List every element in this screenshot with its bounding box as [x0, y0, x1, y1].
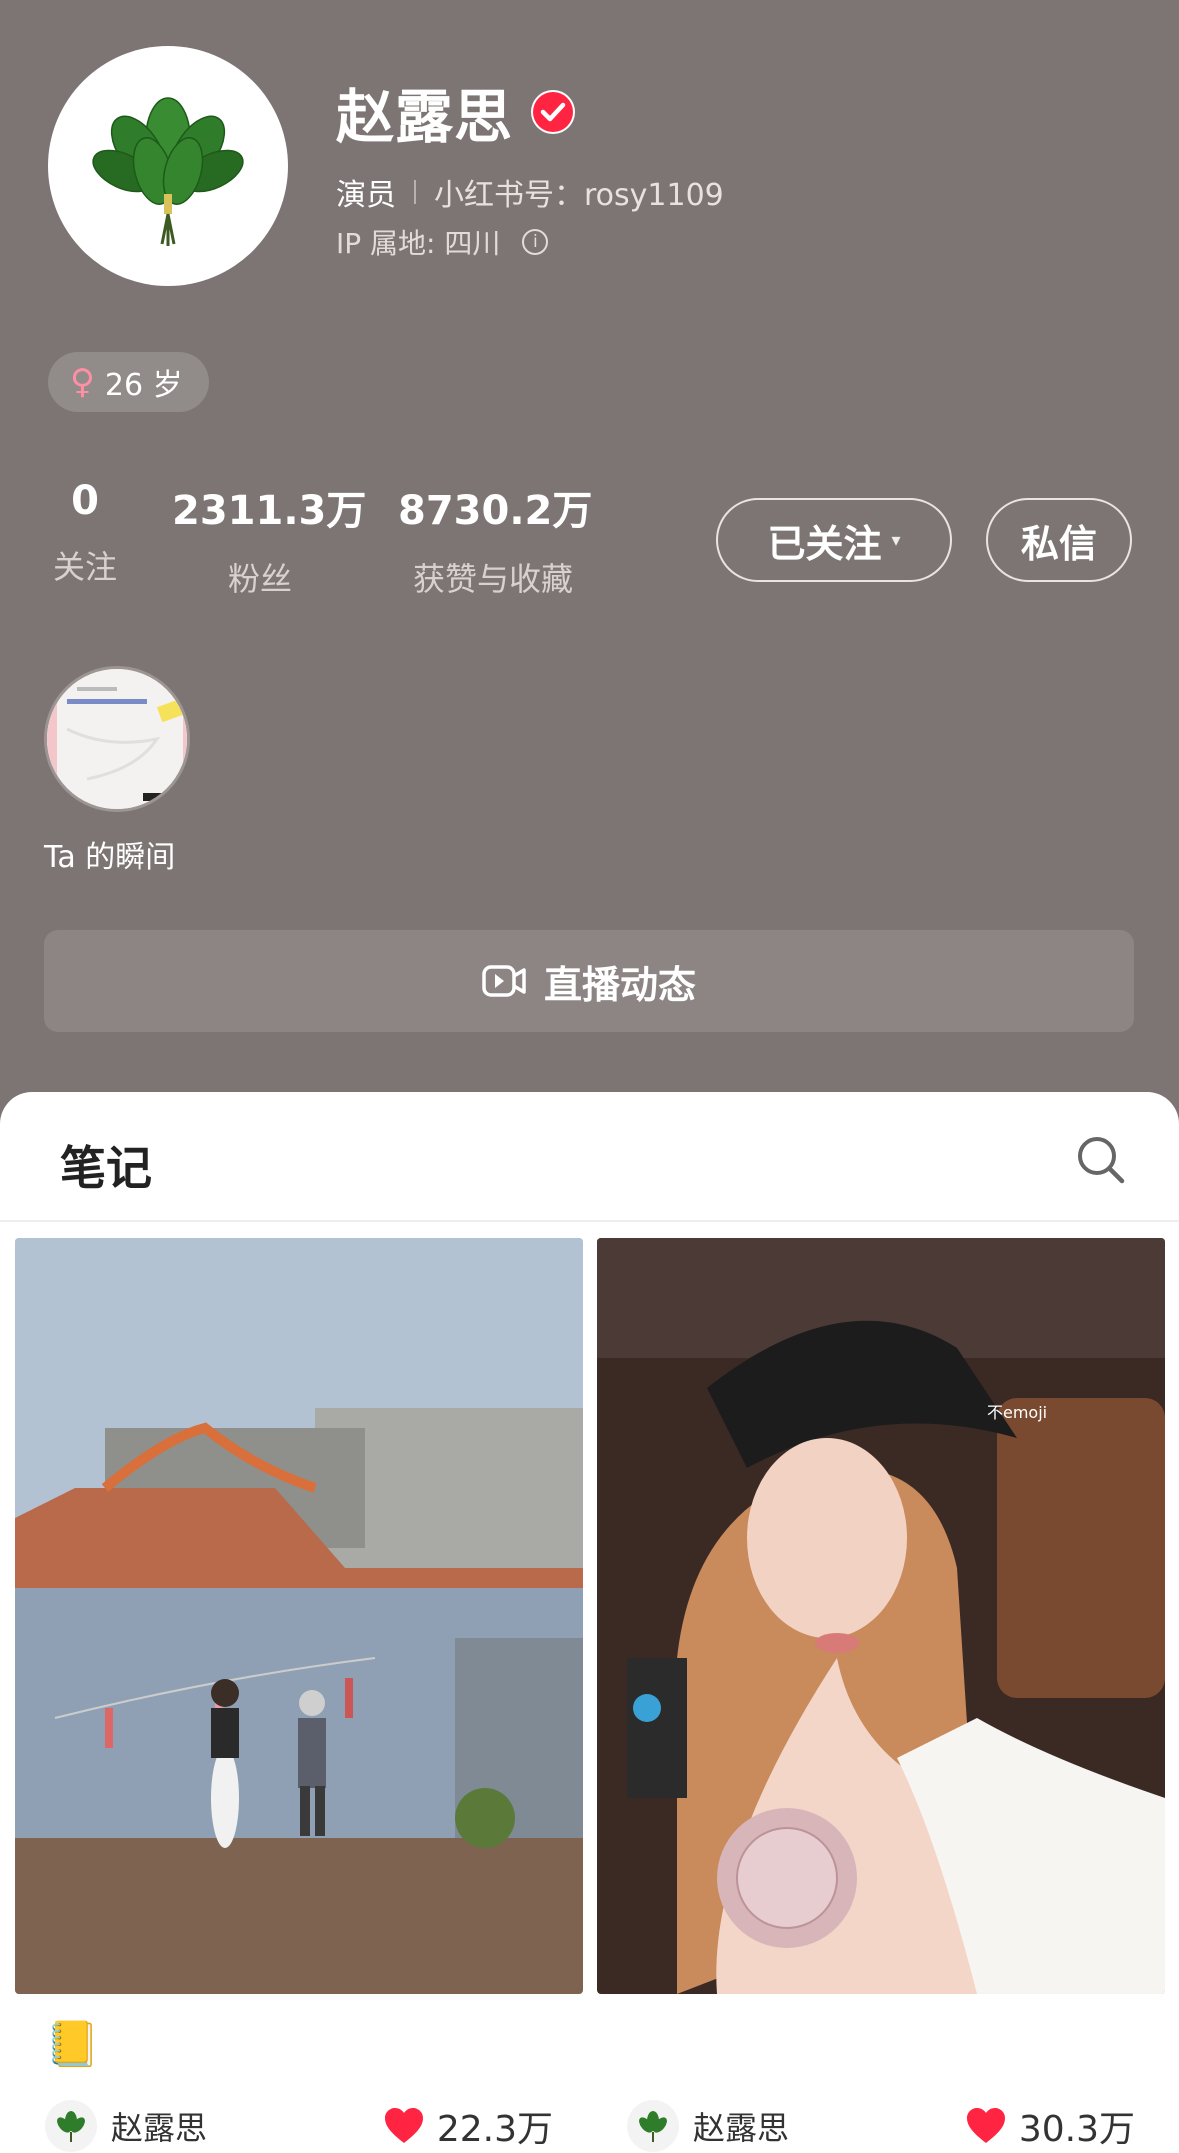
heart-icon	[384, 2108, 423, 2143]
note-card[interactable]: 📒 赵露思 22.3万	[15, 1238, 583, 2153]
stat-label: 关注	[52, 548, 117, 586]
stat-value: 2311.3万	[172, 488, 367, 534]
stat-label: 获赞与收藏	[412, 560, 573, 598]
heart-icon	[966, 2108, 1005, 2143]
stat-fans[interactable]: 2311.3万 粉丝	[172, 478, 367, 600]
divider	[414, 180, 416, 204]
female-icon: ♀	[70, 362, 95, 402]
note-cover-image[interactable]	[15, 1238, 583, 1994]
info-icon[interactable]: i	[522, 229, 549, 255]
tab-notes[interactable]: 笔记	[60, 1132, 152, 1198]
moment-thumbnail[interactable]	[44, 666, 190, 812]
stat-value: 8730.2万	[398, 488, 593, 534]
like-button[interactable]: 30.3万	[965, 2100, 1135, 2152]
red-id[interactable]: 小红书号：rosy1109	[434, 170, 724, 214]
note-cover-image[interactable]: 不emoji	[597, 1238, 1165, 1994]
author-avatar[interactable]	[627, 2100, 679, 2152]
live-label: 直播动态	[543, 962, 696, 1007]
notes-panel: 笔记 📒 赵露思 22.3万 不emoji 🐱 赵露思 30.3万	[0, 1092, 1179, 2153]
note-emoji: 🐱	[627, 2018, 673, 2069]
ip-location: IP 属地: 四川	[336, 227, 501, 260]
like-button[interactable]: 22.3万	[383, 2100, 553, 2152]
stat-label: 粉丝	[227, 560, 292, 598]
search-icon[interactable]	[1075, 1134, 1127, 1186]
note-card[interactable]: 不emoji 🐱 赵露思 30.3万	[597, 1238, 1165, 2153]
profile-header: 赵露思 演员 小红书号：rosy1109 IP 属地: 四川 i ♀ 26 岁 …	[0, 0, 1179, 1100]
verified-icon	[531, 90, 576, 134]
svg-text:不emoji: 不emoji	[987, 1403, 1047, 1422]
meta-row: 演员 小红书号：rosy1109	[336, 170, 724, 214]
leaf-bouquet-image	[92, 97, 244, 246]
age-badge: ♀ 26 岁	[48, 352, 209, 412]
author-name[interactable]: 赵露思	[111, 2103, 207, 2149]
note-emoji: 📒	[45, 2019, 100, 2070]
author-avatar[interactable]	[45, 2100, 97, 2152]
author-name[interactable]: 赵露思	[693, 2103, 789, 2149]
age-label: 26 岁	[104, 368, 183, 403]
tab-bar: 笔记	[0, 1092, 1179, 1222]
note-footer: 赵露思 30.3万	[597, 2096, 1165, 2153]
note-footer: 赵露思 22.3万	[15, 2096, 583, 2153]
stat-value: 0	[71, 478, 99, 524]
profile-name: 赵露思	[336, 83, 514, 151]
stat-likes-collects[interactable]: 8730.2万 获赞与收藏	[398, 478, 593, 600]
following-label: 已关注	[767, 521, 882, 566]
name-row: 赵露思	[336, 70, 576, 154]
following-button[interactable]: 已关注 ▾	[716, 498, 952, 582]
message-button[interactable]: 私信	[986, 498, 1132, 582]
ip-row: IP 属地: 四川 i	[336, 222, 549, 262]
role-label: 演员	[336, 178, 396, 213]
chevron-down-icon: ▾	[891, 529, 901, 551]
moment-image	[47, 669, 187, 809]
like-count: 22.3万	[436, 2109, 553, 2150]
avatar[interactable]	[48, 46, 288, 286]
like-count: 30.3万	[1018, 2109, 1135, 2150]
live-dynamics-bar[interactable]: 直播动态	[44, 930, 1134, 1032]
stat-following[interactable]: 0 关注	[48, 478, 122, 588]
moments-label: Ta 的瞬间	[44, 840, 176, 875]
video-camera-icon	[482, 965, 526, 997]
